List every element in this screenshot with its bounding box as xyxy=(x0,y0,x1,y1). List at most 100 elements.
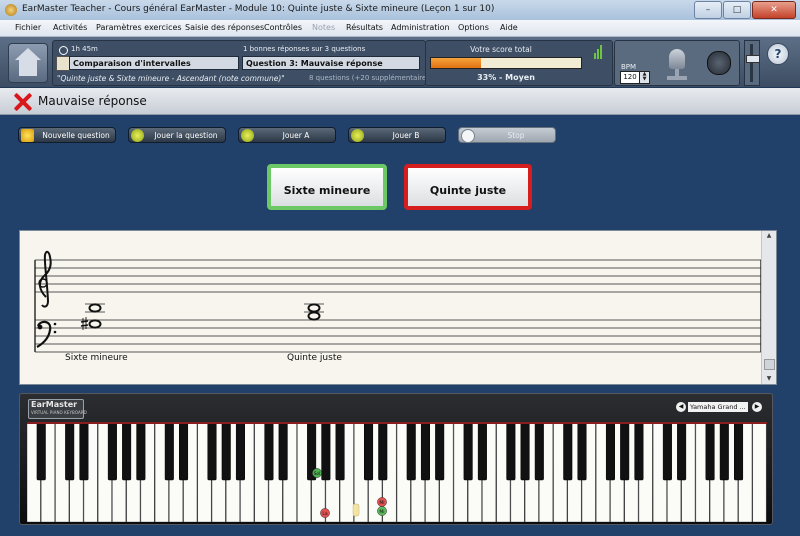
star-icon xyxy=(21,129,34,142)
black-key[interactable] xyxy=(136,422,146,481)
black-key[interactable] xyxy=(406,422,416,481)
scroll-thumb[interactable] xyxy=(764,359,775,370)
black-key[interactable] xyxy=(207,422,217,481)
elapsed-time: 1h 45m xyxy=(71,45,98,53)
menu-resultats[interactable]: Résultats xyxy=(346,23,383,32)
note-quinte-juste xyxy=(304,303,324,321)
score-bar-fill xyxy=(431,58,481,68)
close-button[interactable]: ✕ xyxy=(752,1,796,19)
piano-keyboard[interactable]: Sol La Mi Mi xyxy=(27,422,767,522)
black-key[interactable] xyxy=(506,422,516,481)
play-question-button[interactable]: Jouer la question xyxy=(128,127,226,143)
black-key[interactable] xyxy=(278,422,288,481)
play-b-icon xyxy=(351,129,364,142)
note-marker: Mi xyxy=(377,497,387,507)
exercise-info: 1h 45m 1 bonnes réponses sur 3 questions… xyxy=(52,40,433,86)
black-key[interactable] xyxy=(364,422,374,481)
main-area: Nouvelle question Jouer la question Joue… xyxy=(0,115,800,536)
bpm-stepper[interactable]: ▲ ▼ xyxy=(639,71,650,84)
black-key[interactable] xyxy=(122,422,132,481)
clock-icon xyxy=(59,46,68,55)
black-key[interactable] xyxy=(164,422,174,481)
instrument-name: Yamaha Grand ... xyxy=(688,402,748,412)
notation-area: Sixte mineure Quinte juste ▲ ▼ xyxy=(19,230,777,385)
svg-text:Sol: Sol xyxy=(314,471,321,477)
stop-button[interactable]: Stop xyxy=(458,127,556,143)
black-key[interactable] xyxy=(79,422,89,481)
scroll-up-icon[interactable]: ▲ xyxy=(762,231,776,241)
home-icon xyxy=(15,48,41,60)
volume-knob[interactable] xyxy=(707,51,731,75)
menu-parametres-exercices[interactable]: Paramètres exercices xyxy=(96,23,182,32)
white-key[interactable] xyxy=(752,422,767,522)
staff-label-sixte-mineure: Sixte mineure xyxy=(65,353,128,363)
bpm-input[interactable]: 120 xyxy=(620,71,640,84)
menu-options[interactable]: Options xyxy=(458,23,489,32)
black-key[interactable] xyxy=(378,422,388,481)
virtual-piano: EarMaster VIRTUAL PIANO KEYBOARD ◀ Yamah… xyxy=(19,393,773,525)
instrument-next-icon[interactable]: ▶ xyxy=(752,402,762,412)
help-button[interactable]: ? xyxy=(767,43,789,65)
black-key[interactable] xyxy=(420,422,430,481)
black-key[interactable] xyxy=(463,422,473,481)
play-a-button[interactable]: Jouer A xyxy=(238,127,336,143)
volume-slider[interactable] xyxy=(744,40,760,86)
app-icon xyxy=(5,4,17,16)
black-key[interactable] xyxy=(36,422,46,481)
black-key[interactable] xyxy=(620,422,630,481)
black-key[interactable] xyxy=(734,422,744,481)
instrument-selector[interactable]: ◀ Yamaha Grand ... ▶ xyxy=(676,402,762,414)
black-key[interactable] xyxy=(705,422,715,481)
home-button[interactable] xyxy=(8,43,48,83)
keyboard-top-strip xyxy=(27,422,767,424)
answer-sixte-mineure-button[interactable]: Sixte mineure xyxy=(267,164,387,210)
exercise-icon xyxy=(56,56,70,71)
black-key[interactable] xyxy=(435,422,445,481)
black-key[interactable] xyxy=(605,422,615,481)
menu-fichier[interactable]: Fichier xyxy=(15,23,41,32)
bass-clef-icon xyxy=(36,320,57,348)
earmaster-logo: EarMaster VIRTUAL PIANO KEYBOARD xyxy=(28,399,87,419)
new-question-button[interactable]: Nouvelle question xyxy=(18,127,116,143)
answer-quinte-juste-button[interactable]: Quinte juste xyxy=(404,164,532,210)
menu-activites[interactable]: Activités xyxy=(53,23,87,32)
score-panel: Votre score total 33% - Moyen xyxy=(425,40,613,86)
score-bar xyxy=(430,57,582,69)
black-key[interactable] xyxy=(179,422,189,481)
window-title: EarMaster Teacher - Cours général EarMas… xyxy=(22,4,495,14)
black-key[interactable] xyxy=(477,422,487,481)
black-key[interactable] xyxy=(235,422,245,481)
menu-controles[interactable]: Contrôles xyxy=(264,23,302,32)
maximize-button[interactable]: □ xyxy=(723,1,751,19)
black-key[interactable] xyxy=(677,422,687,481)
minimize-button[interactable]: – xyxy=(694,1,722,19)
black-key[interactable] xyxy=(65,422,75,481)
grand-staff xyxy=(34,250,762,353)
black-key[interactable] xyxy=(534,422,544,481)
notation-scrollbar[interactable]: ▲ ▼ xyxy=(761,231,776,384)
instrument-prev-icon[interactable]: ◀ xyxy=(676,402,686,412)
black-key[interactable] xyxy=(107,422,117,481)
black-key[interactable] xyxy=(634,422,644,481)
black-key[interactable] xyxy=(520,422,530,481)
black-key[interactable] xyxy=(563,422,573,481)
wrong-answer-icon xyxy=(13,92,33,112)
black-key[interactable] xyxy=(662,422,672,481)
black-key[interactable] xyxy=(321,422,331,481)
black-key[interactable] xyxy=(577,422,587,481)
black-key[interactable] xyxy=(719,422,729,481)
play-b-button[interactable]: Jouer B xyxy=(348,127,446,143)
header-panel: 1h 45m 1 bonnes réponses sur 3 questions… xyxy=(0,37,800,87)
scroll-down-icon[interactable]: ▼ xyxy=(762,374,776,384)
black-key[interactable] xyxy=(264,422,274,481)
menu-saisie-reponses[interactable]: Saisie des réponses xyxy=(185,23,264,32)
menu-administration[interactable]: Administration xyxy=(391,23,450,32)
microphone-icon[interactable] xyxy=(665,45,691,81)
black-key[interactable] xyxy=(335,422,345,481)
exercise-detail: "Quinte juste & Sixte mineure - Ascendan… xyxy=(57,74,285,83)
answer-status-text: Mauvaise réponse xyxy=(38,94,147,108)
menu-aide[interactable]: Aide xyxy=(500,23,518,32)
menu-bar: Fichier Activités Paramètres exercices S… xyxy=(0,20,800,37)
questions-total: 8 questions (+20 supplémentaires) xyxy=(309,74,433,82)
black-key[interactable] xyxy=(221,422,231,481)
